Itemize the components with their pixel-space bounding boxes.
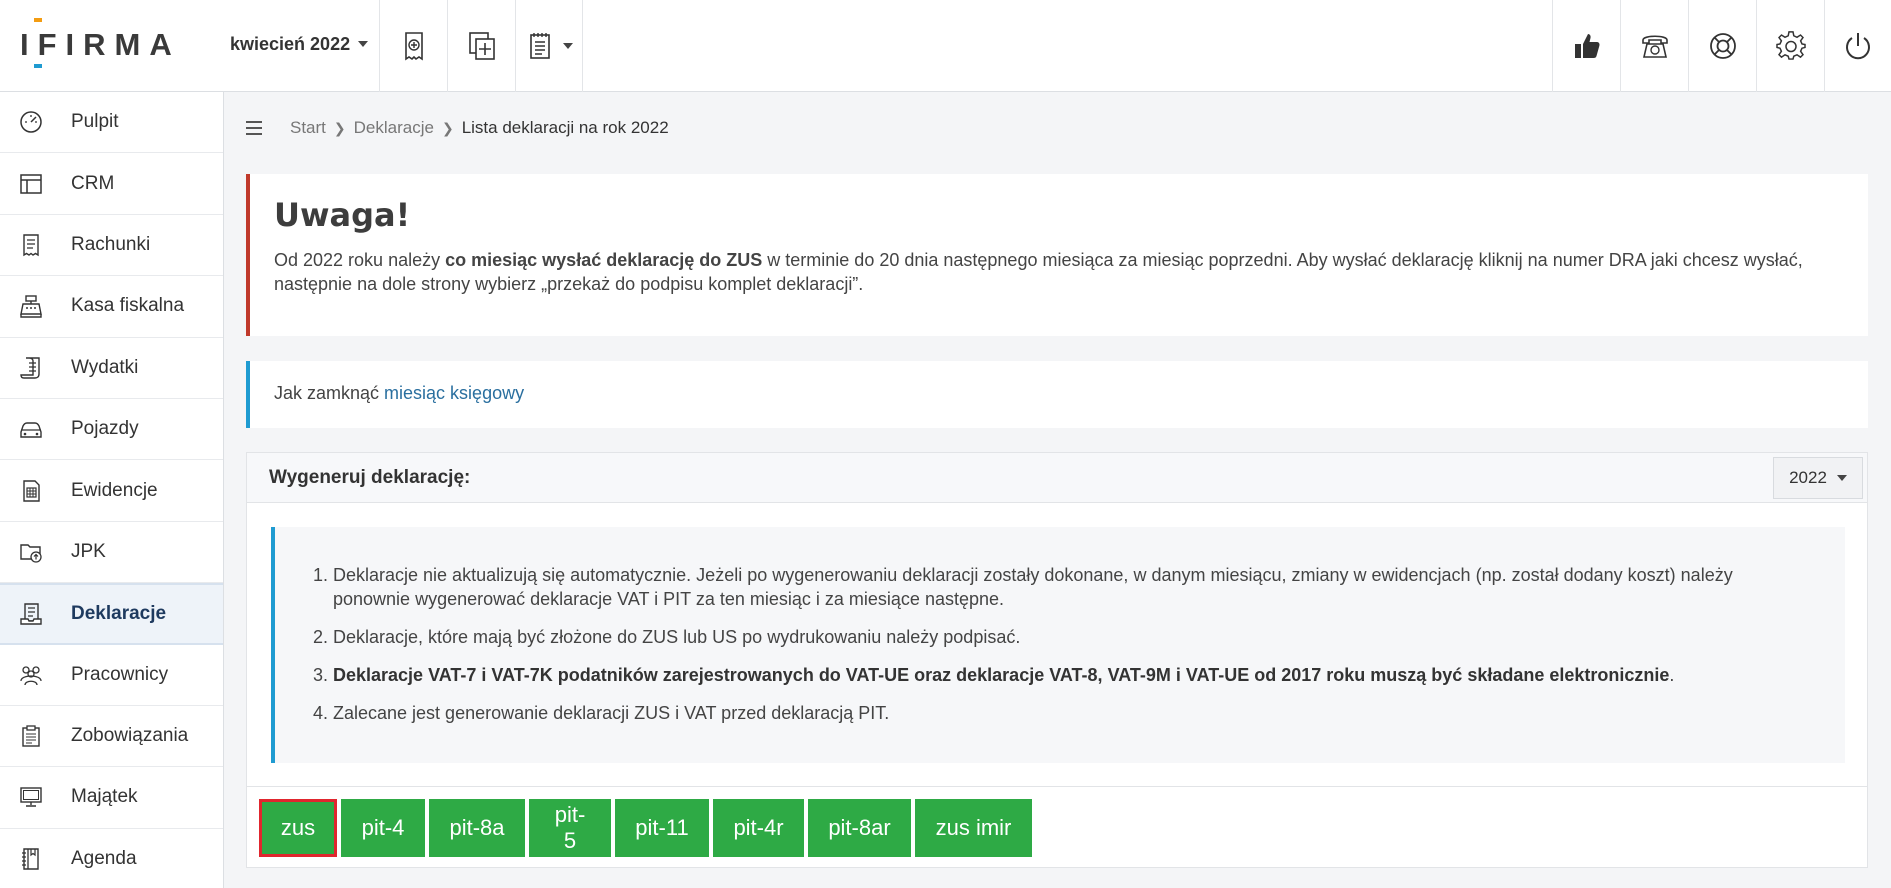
recommend-button[interactable] xyxy=(1552,0,1620,92)
folder-upload-icon xyxy=(16,537,46,567)
year-value: 2022 xyxy=(1789,467,1827,487)
sidebar-item-pulpit[interactable]: Pulpit xyxy=(0,92,223,154)
breadcrumb-start[interactable]: Start xyxy=(290,118,326,138)
receipt-plus-icon xyxy=(404,32,423,61)
phone-icon xyxy=(1641,35,1668,58)
scroll-icon xyxy=(16,353,46,383)
sidebar: Pulpit CRM Rachunki Kasa fiskalna Wydatk… xyxy=(0,92,224,888)
sidebar-item-pojazdy[interactable]: Pojazdy xyxy=(0,399,223,461)
breadcrumb-deklaracje[interactable]: Deklaracje xyxy=(354,118,434,138)
sidebar-item-label: Kasa fiskalna xyxy=(71,295,185,317)
clipboard-icon xyxy=(16,721,46,751)
pit-8ar-button[interactable]: pit-8ar xyxy=(808,799,911,857)
pit-8a-button[interactable]: pit-8a xyxy=(429,799,525,857)
warning-alert: Uwaga! Od 2022 roku należy co miesiąc wy… xyxy=(246,174,1868,336)
chevron-down-icon xyxy=(1836,474,1847,481)
logout-button[interactable] xyxy=(1824,0,1891,92)
info-alert: Jak zamknąć miesiąc księgowy xyxy=(246,361,1868,428)
power-icon xyxy=(1846,33,1870,60)
cash-register-icon xyxy=(16,291,46,321)
chevron-down-icon xyxy=(358,41,369,47)
panel-header: Wygeneruj deklarację: 2022 xyxy=(247,453,1867,503)
notes-box: Deklaracje nie aktualizują się automatyc… xyxy=(271,527,1845,763)
warning-text: Od 2022 roku należy co miesiąc wysłać de… xyxy=(274,250,1803,294)
zus-imir-button[interactable]: zus imir xyxy=(915,799,1032,857)
layout-icon xyxy=(16,169,46,199)
receipt-icon xyxy=(16,230,46,260)
month-label: kwiecień 2022 xyxy=(230,33,351,54)
list-item: Deklaracje nie aktualizują się automatyc… xyxy=(333,563,1805,611)
monitor-icon xyxy=(16,782,46,812)
copy-plus-icon xyxy=(468,32,495,60)
notes-list: Deklaracje nie aktualizują się automatyc… xyxy=(305,563,1805,725)
notebook-icon xyxy=(16,844,46,874)
sidebar-item-label: Pojazdy xyxy=(71,418,139,440)
month-closing-link[interactable]: miesiąc księgowy xyxy=(384,383,524,403)
year-dropdown[interactable]: 2022 xyxy=(1773,456,1863,499)
sidebar-item-kasa-fiskalna[interactable]: Kasa fiskalna xyxy=(0,276,223,338)
users-icon xyxy=(16,660,46,690)
thumbs-up-icon xyxy=(1574,34,1600,58)
ifirma-logo[interactable]: IFIRMA xyxy=(20,18,180,70)
contact-button[interactable] xyxy=(1620,0,1688,92)
sidebar-item-deklaracje[interactable]: Deklaracje xyxy=(0,583,223,645)
sidebar-item-pracownicy[interactable]: Pracownicy xyxy=(0,645,223,706)
invoice-icon xyxy=(530,33,550,59)
sidebar-item-crm[interactable]: CRM xyxy=(0,153,223,215)
car-icon xyxy=(16,414,46,444)
sidebar-item-label: JPK xyxy=(71,540,106,562)
breadcrumb-current: Lista deklaracji na rok 2022 xyxy=(461,118,669,137)
dashboard-icon xyxy=(16,107,46,137)
sidebar-item-majatek[interactable]: Majątek xyxy=(0,767,223,829)
top-bar: IFIRMA kwiecień 2022 xyxy=(0,0,1891,92)
sidebar-item-agenda[interactable]: Agenda xyxy=(0,829,223,888)
declaration-buttons: zus pit-4 pit-8a pit-5 pit-11 pit-4r pit… xyxy=(247,786,1867,868)
gear-icon xyxy=(1775,31,1806,60)
chevron-right-icon: ❯ xyxy=(333,119,346,136)
info-text: Jak zamknąć xyxy=(274,383,385,403)
sidebar-item-label: Rachunki xyxy=(71,233,151,255)
sidebar-item-ewidencje[interactable]: Ewidencje xyxy=(0,460,223,522)
list-item: Deklaracje, które mają być złożone do ZU… xyxy=(333,625,1805,649)
lifebuoy-icon xyxy=(1709,33,1736,59)
pit-4-button[interactable]: pit-4 xyxy=(341,799,425,857)
list-item: Zalecane jest generowanie deklaracji ZUS… xyxy=(333,701,1805,725)
sidebar-item-label: Agenda xyxy=(71,847,137,869)
sidebar-item-label: CRM xyxy=(71,172,115,194)
sidebar-item-wydatki[interactable]: Wydatki xyxy=(0,338,223,399)
invoice-menu-button[interactable] xyxy=(515,0,583,92)
zus-button[interactable]: zus xyxy=(259,799,337,857)
warning-title: Uwaga! xyxy=(274,196,411,234)
month-selector[interactable]: kwiecień 2022 xyxy=(230,30,369,58)
add-receipt-button[interactable] xyxy=(379,0,447,92)
sidebar-item-label: Deklaracje xyxy=(71,602,167,624)
sidebar-item-label: Majątek xyxy=(71,786,138,808)
sidebar-item-label: Zobowiązania xyxy=(71,725,189,747)
sidebar-item-jpk[interactable]: JPK xyxy=(0,522,223,584)
sidebar-item-rachunki[interactable]: Rachunki xyxy=(0,215,223,277)
chevron-right-icon: ❯ xyxy=(441,119,454,136)
sidebar-item-label: Ewidencje xyxy=(71,479,158,501)
list-item: Deklaracje VAT-7 i VAT-7K podatników zar… xyxy=(333,663,1805,687)
declaration-icon xyxy=(16,599,46,629)
chevron-down-icon xyxy=(563,43,573,49)
add-document-button[interactable] xyxy=(447,0,515,92)
sidebar-item-label: Wydatki xyxy=(71,356,139,378)
generate-declaration-panel: Wygeneruj deklarację: 2022 Deklaracje ni… xyxy=(246,452,1868,868)
logo-text: IFIRMA xyxy=(20,27,180,62)
help-button[interactable] xyxy=(1688,0,1756,92)
hamburger-menu-icon[interactable] xyxy=(246,121,262,135)
pit-11-button[interactable]: pit-11 xyxy=(615,799,709,857)
pit-5-button[interactable]: pit-5 xyxy=(529,799,611,857)
pit-4r-button[interactable]: pit-4r xyxy=(713,799,804,857)
sidebar-item-zobowiazania[interactable]: Zobowiązania xyxy=(0,706,223,768)
document-grid-icon xyxy=(16,476,46,506)
warning-bold-text: co miesiąc wysłać deklarację do ZUS xyxy=(445,250,763,270)
breadcrumb: Start ❯ Deklaracje ❯ Lista deklaracji na… xyxy=(246,116,669,140)
sidebar-item-label: Pracownicy xyxy=(71,663,169,685)
panel-title: Wygeneruj deklarację: xyxy=(269,466,471,488)
sidebar-item-label: Pulpit xyxy=(71,111,119,133)
settings-button[interactable] xyxy=(1756,0,1824,92)
